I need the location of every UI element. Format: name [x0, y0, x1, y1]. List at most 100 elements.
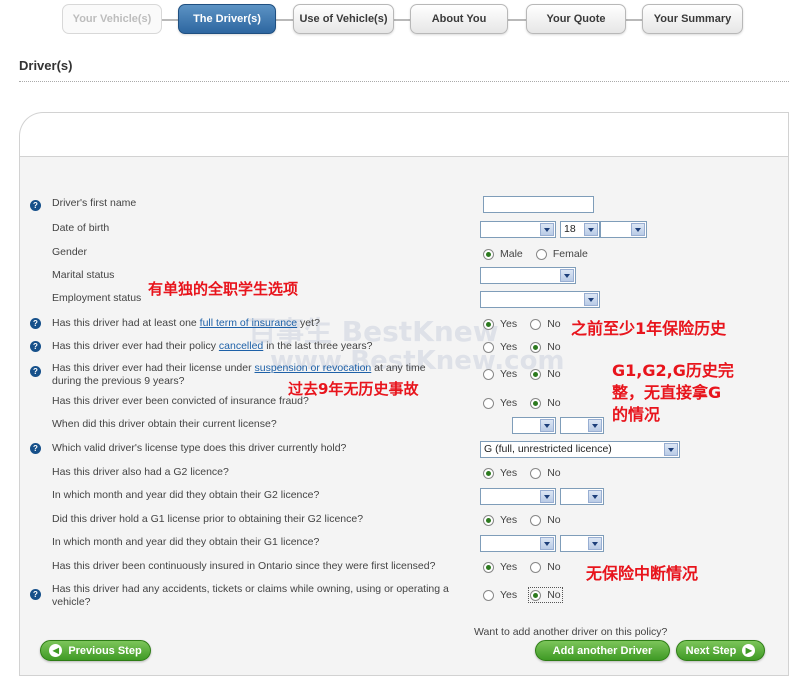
radio-dot [530, 341, 542, 353]
full-term-link[interactable]: full term of insurance [200, 317, 297, 329]
radio-dot [530, 397, 542, 409]
step-your-quote[interactable]: Your Quote [526, 4, 626, 34]
yes-radio[interactable]: Yes [483, 341, 517, 353]
annotation-line: G1,G2,G历史完 [612, 361, 734, 380]
no-radio[interactable]: No [530, 318, 561, 330]
radio-label: No [547, 397, 561, 409]
current-license-month-select[interactable] [512, 417, 556, 434]
yes-radio[interactable]: Yes [483, 514, 517, 526]
help-icon[interactable]: ? [30, 341, 41, 352]
yes-radio[interactable]: Yes [483, 318, 517, 330]
help-icon[interactable]: ? [30, 200, 41, 211]
radio-label: Yes [500, 589, 518, 601]
help-icon[interactable]: ? [30, 366, 41, 377]
g1-month-select[interactable] [480, 535, 556, 552]
arrow-right-icon: ▶ [742, 644, 756, 657]
chevron-down-icon [540, 419, 554, 432]
gender-male-radio[interactable]: Male [483, 248, 523, 260]
help-icon[interactable]: ? [30, 318, 41, 329]
step-the-drivers[interactable]: The Driver(s) [178, 4, 276, 34]
panel-tab [19, 112, 789, 157]
g2-year-select[interactable] [560, 488, 604, 505]
yes-radio[interactable]: Yes [483, 561, 517, 573]
radio-dot [530, 514, 542, 526]
full-term-radio-group: Yes No [483, 318, 571, 333]
chevron-down-icon [664, 443, 678, 456]
add-driver-prompt: Want to add another driver on this polic… [474, 626, 668, 638]
dob-day-select[interactable]: 18 [560, 221, 600, 238]
page-title: Driver(s) [19, 58, 73, 73]
chevron-down-icon [584, 223, 598, 236]
no-radio[interactable]: No [528, 587, 563, 603]
step-label: Your Quote [546, 13, 606, 25]
step-use-of-vehicles[interactable]: Use of Vehicle(s) [293, 4, 394, 34]
no-radio[interactable]: No [530, 341, 561, 353]
radio-dot [483, 561, 494, 573]
radio-label: No [547, 589, 561, 601]
employment-status-select[interactable] [480, 291, 600, 308]
help-icon[interactable]: ? [30, 589, 41, 600]
step-label: Your Summary [653, 13, 732, 25]
step-your-vehicles: Your Vehicle(s) [62, 4, 162, 34]
g1-year-select[interactable] [560, 535, 604, 552]
previous-step-button[interactable]: ◀ Previous Step [40, 640, 151, 661]
yes-radio[interactable]: Yes [483, 589, 517, 601]
license-type-select[interactable]: G (full, unrestricted licence) [480, 441, 680, 458]
radio-dot [530, 561, 542, 573]
annotation-history: 之前至少1年保险历史 [571, 319, 727, 338]
chevron-down-icon [540, 490, 554, 503]
accidents-radio-group: Yes No [483, 587, 571, 604]
step-label: Use of Vehicle(s) [299, 13, 388, 25]
no-radio[interactable]: No [530, 467, 561, 479]
add-another-driver-button[interactable]: Add another Driver [535, 640, 670, 661]
suspension-radio-group: Yes No [483, 368, 571, 383]
no-radio[interactable]: No [530, 397, 561, 409]
question-label: In which month and year did they obtain … [52, 489, 320, 501]
no-radio[interactable]: No [530, 514, 561, 526]
question-label: Driver's first name [52, 197, 137, 209]
question-label: Has this driver also had a G2 licence? [52, 466, 229, 478]
yes-radio[interactable]: Yes [483, 368, 517, 380]
dob-year-select[interactable] [600, 221, 647, 238]
gender-female-radio[interactable]: Female [535, 248, 588, 260]
radio-label: No [547, 368, 561, 380]
g1-radio-group: Yes No [483, 514, 571, 529]
dob-month-select[interactable] [480, 221, 556, 238]
question-label: In which month and year did they obtain … [52, 536, 320, 548]
step-your-summary[interactable]: Your Summary [642, 4, 743, 34]
question-label: Did this driver hold a G1 license prior … [52, 513, 364, 525]
annotation-g-license: G1,G2,G历史完 整，无直接拿G 的情况 [612, 360, 734, 426]
radio-dot [530, 318, 542, 330]
marital-status-select[interactable] [480, 267, 576, 284]
title-divider [19, 81, 789, 82]
license-type-value: G (full, unrestricted licence) [484, 443, 612, 455]
continuous-radio-group: Yes No [483, 561, 571, 576]
radio-dot [530, 368, 542, 380]
question-label: Has this driver ever been convicted of i… [52, 395, 309, 407]
step-about-you[interactable]: About You [410, 4, 508, 34]
step-label: Your Vehicle(s) [72, 13, 152, 25]
radio-dot [483, 467, 494, 479]
question-label: Which valid driver's license type does t… [52, 442, 347, 454]
question-label: Has this driver had any accidents, ticke… [52, 583, 449, 608]
dob-day-value: 18 [564, 223, 576, 235]
no-radio[interactable]: No [530, 561, 561, 573]
radio-dot [483, 341, 494, 353]
g2-month-select[interactable] [480, 488, 556, 505]
yes-radio[interactable]: Yes [483, 467, 517, 479]
radio-label: No [547, 467, 561, 479]
current-license-year-select[interactable] [560, 417, 604, 434]
suspension-link[interactable]: suspension or revocation [255, 362, 372, 374]
yes-radio[interactable]: Yes [483, 397, 517, 409]
chevron-down-icon [560, 269, 574, 282]
button-label: Next Step [685, 644, 737, 657]
step-label: The Driver(s) [193, 13, 261, 25]
question-label: Date of birth [52, 222, 110, 234]
chevron-down-icon [588, 419, 602, 432]
cancelled-link[interactable]: cancelled [219, 340, 263, 352]
first-name-input[interactable] [483, 196, 594, 213]
no-radio[interactable]: No [530, 368, 561, 380]
help-icon[interactable]: ? [30, 443, 41, 454]
next-step-button[interactable]: Next Step ▶ [676, 640, 765, 661]
radio-label: Yes [500, 397, 518, 409]
